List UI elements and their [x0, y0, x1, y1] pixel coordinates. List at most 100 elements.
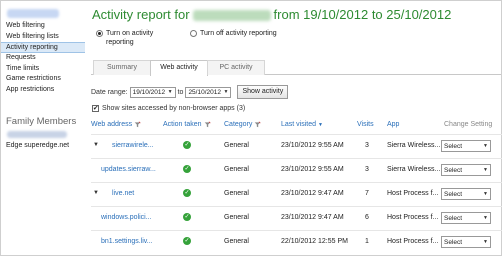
allowed-check-icon: ✓: [183, 189, 191, 197]
filter-icon[interactable]: [204, 121, 211, 128]
table-row: windows.polici... ✓ General 23/10/2012 9…: [91, 206, 502, 230]
app-cell: Sierra Wireless...: [387, 166, 441, 173]
change-setting-select[interactable]: Select ▼: [441, 236, 491, 248]
col-visits-label: Visits: [357, 121, 374, 128]
sidebar-item-game-restrictions[interactable]: Game restrictions: [1, 74, 85, 85]
change-setting-select[interactable]: Select ▼: [441, 164, 491, 176]
select-value: Select: [444, 214, 463, 222]
turn-on-label: Turn on activity reporting: [106, 30, 154, 46]
non-browser-checkbox[interactable]: [92, 104, 99, 112]
last-visited-cell: 23/10/2012 9:55 AM: [281, 142, 344, 149]
visits-cell: 6: [365, 214, 369, 221]
chevron-down-icon: ▼: [223, 88, 229, 95]
change-setting-select[interactable]: Select ▼: [441, 212, 491, 224]
last-visited-cell: 22/10/2012 12:55 PM: [281, 238, 348, 245]
visits-cell: 3: [365, 166, 369, 173]
sidebar-nav: Web filtering Web filtering lists Activi…: [1, 21, 85, 95]
tab-pc-activity[interactable]: PC activity: [207, 60, 265, 75]
col-last-visited[interactable]: Last visited ▼: [281, 121, 323, 128]
last-visited-cell: 23/10/2012 9:47 AM: [281, 190, 344, 197]
main-content: Activity report for from 19/10/2012 to 25…: [91, 1, 502, 256]
expand-icon[interactable]: ▼: [93, 142, 99, 148]
sidebar-item-time-limits[interactable]: Time limits: [1, 64, 85, 75]
web-address-link[interactable]: live.net: [112, 190, 134, 197]
report-tabs: Summary Web activity PC activity: [91, 60, 501, 76]
app-cell: Host Process f...: [387, 190, 439, 197]
redacted-family-member[interactable]: [7, 131, 67, 138]
to-label: to: [177, 88, 184, 96]
date-to-select[interactable]: 25/10/2012 ▼: [185, 86, 232, 98]
app-cell: Host Process f...: [387, 214, 439, 221]
chevron-down-icon: ▼: [483, 214, 488, 221]
sidebar-item-web-filtering-lists[interactable]: Web filtering lists: [1, 32, 85, 43]
last-visited-cell: 23/10/2012 9:47 AM: [281, 214, 344, 221]
col-web-address-label: Web address: [91, 121, 133, 128]
tab-summary[interactable]: Summary: [93, 60, 151, 75]
non-browser-apps-option[interactable]: Show sites accessed by non-browser apps …: [92, 104, 246, 112]
radio-selected-icon[interactable]: [96, 30, 103, 37]
change-setting-select[interactable]: Select ▼: [441, 188, 491, 200]
visits-cell: 7: [365, 190, 369, 197]
title-prefix: Activity report for: [92, 7, 190, 22]
sidebar-item-activity-reporting[interactable]: Activity reporting: [1, 42, 85, 53]
web-address-link[interactable]: updates.sierraw...: [101, 166, 156, 173]
page-title: Activity report for from 19/10/2012 to 25…: [92, 7, 451, 22]
sort-desc-icon[interactable]: ▼: [318, 122, 323, 128]
turn-off-label: Turn off activity reporting: [200, 30, 277, 37]
select-value: Select: [444, 142, 463, 150]
sidebar-item-requests[interactable]: Requests: [1, 53, 85, 64]
sidebar: Web filtering Web filtering lists Activi…: [1, 1, 85, 256]
category-cell: General: [224, 214, 249, 221]
col-last-visited-label: Last visited: [281, 121, 317, 128]
change-setting-select[interactable]: Select ▼: [441, 140, 491, 152]
date-range-label: Date range:: [91, 88, 128, 96]
tab-web-activity[interactable]: Web activity: [150, 60, 208, 76]
allowed-check-icon: ✓: [183, 237, 191, 245]
redacted-user-name: [7, 9, 59, 18]
allowed-check-icon: ✓: [183, 165, 191, 173]
date-from-select[interactable]: 19/10/2012 ▼: [129, 86, 176, 98]
col-category-label: Category: [224, 121, 253, 128]
family-members-heading: Family Members: [6, 116, 77, 127]
chevron-down-icon: ▼: [483, 190, 488, 197]
show-activity-button[interactable]: Show activity: [237, 85, 289, 99]
non-browser-label: Show sites accessed by non-browser apps …: [102, 105, 246, 112]
sidebar-item-web-filtering[interactable]: Web filtering: [1, 21, 85, 32]
col-app[interactable]: App: [387, 121, 399, 128]
filter-icon[interactable]: [134, 121, 141, 128]
col-web-address[interactable]: Web address: [91, 121, 141, 128]
redacted-child-name: [192, 10, 271, 22]
date-from-value: 19/10/2012: [132, 88, 166, 96]
title-suffix: from 19/10/2012 to 25/10/2012: [273, 7, 452, 22]
turn-on-reporting-radio[interactable]: Turn on activity reporting: [96, 30, 178, 47]
last-visited-cell: 23/10/2012 9:55 AM: [281, 166, 344, 173]
chevron-down-icon: ▼: [167, 88, 173, 95]
filter-icon[interactable]: [254, 121, 261, 128]
col-change-setting-label: Change Setting: [444, 121, 493, 128]
allowed-check-icon: ✓: [183, 213, 191, 221]
col-category[interactable]: Category: [224, 121, 261, 128]
category-cell: General: [224, 190, 249, 197]
table-row: updates.sierraw... ✓ General 23/10/2012 …: [91, 158, 502, 182]
web-address-link[interactable]: sierrawirele...: [112, 142, 154, 149]
expand-icon[interactable]: ▼: [93, 190, 99, 196]
col-app-label: App: [387, 121, 400, 128]
table-row: bn1.settings.liv... ✓ General 22/10/2012…: [91, 230, 502, 254]
turn-off-reporting-radio[interactable]: Turn off activity reporting: [190, 30, 277, 47]
web-address-link[interactable]: windows.polici...: [101, 214, 152, 221]
col-visits[interactable]: Visits: [357, 121, 374, 128]
sidebar-item-app-restrictions[interactable]: App restrictions: [1, 85, 85, 96]
chevron-down-icon: ▼: [483, 238, 488, 245]
web-address-link[interactable]: bn1.settings.liv...: [101, 238, 153, 245]
radio-unselected-icon[interactable]: [190, 30, 197, 37]
family-member-link[interactable]: Edge superedge.net: [6, 142, 69, 149]
chevron-down-icon: ▼: [483, 166, 488, 173]
col-action-taken[interactable]: Action taken: [163, 121, 211, 128]
category-cell: General: [224, 238, 249, 245]
table-row: ▼ live.net ✓ General 23/10/2012 9:47 AM …: [91, 182, 502, 206]
allowed-check-icon: ✓: [183, 141, 191, 149]
date-to-value: 25/10/2012: [188, 88, 221, 96]
chevron-down-icon: ▼: [483, 142, 488, 149]
category-cell: General: [224, 166, 249, 173]
table-header: Web address Action taken Category Last v…: [91, 121, 502, 133]
